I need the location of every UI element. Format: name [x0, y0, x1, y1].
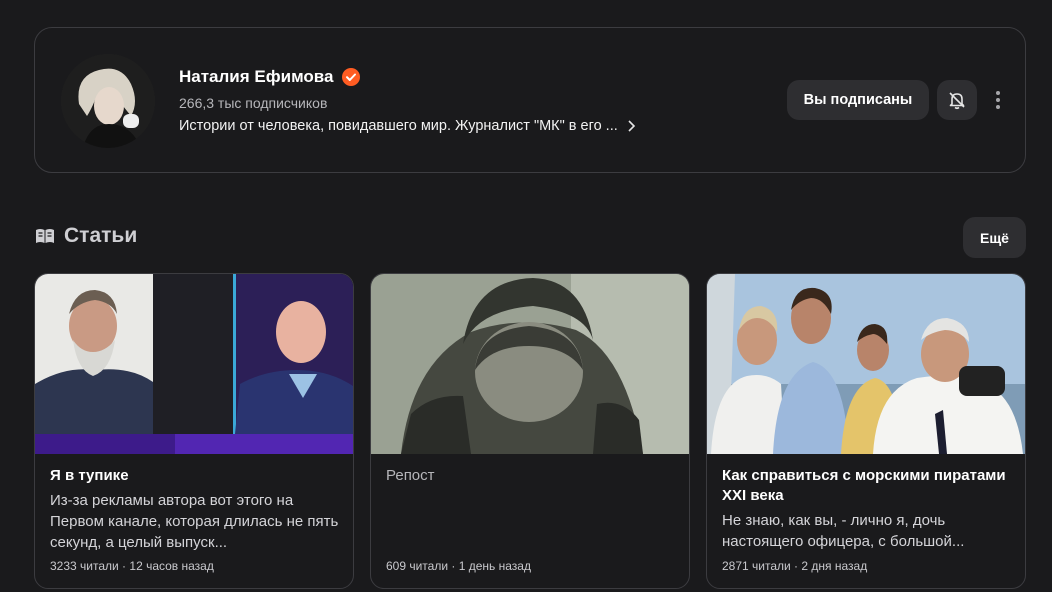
article-title: Репост: [386, 467, 435, 484]
channel-name[interactable]: Наталия Ефимова: [179, 67, 334, 87]
article-thumbnail: [371, 274, 689, 454]
verified-icon: [341, 68, 360, 86]
article-card[interactable]: Как справиться с морскими пиратами XXI в…: [706, 273, 1026, 589]
channel-description: Истории от человека, повидавшего мир. Жу…: [179, 118, 618, 134]
article-thumbnail: [707, 274, 1025, 454]
articles-section-header: Статьи: [34, 224, 137, 248]
more-vertical-icon: [996, 91, 1000, 109]
chevron-right-icon: [628, 120, 635, 132]
subscribed-button[interactable]: Вы подписаны: [787, 80, 929, 120]
avatar[interactable]: [61, 54, 155, 148]
articles-icon: [36, 229, 54, 243]
article-meta: 3233 читали · 12 часов назад: [50, 559, 214, 573]
channel-card: Наталия Ефимова 266,3 тыс подписчиков Ис…: [34, 27, 1026, 173]
more-options-button[interactable]: [987, 84, 1009, 116]
more-articles-button[interactable]: Ещё: [963, 217, 1026, 258]
subscriber-count: 266,3 тыс подписчиков: [179, 95, 328, 111]
article-card[interactable]: Я в тупике Из-за рекламы автора вот этог…: [34, 273, 354, 589]
article-snippet: Из-за рекламы автора вот этого на Первом…: [50, 492, 339, 551]
article-thumbnail: [35, 274, 353, 454]
article-snippet: Не знаю, как вы, - лично я, дочь настоящ…: [722, 512, 965, 550]
notifications-button[interactable]: [937, 80, 977, 120]
article-card[interactable]: Репост 609 читали · 1 день назад: [370, 273, 690, 589]
article-meta: 609 читали · 1 день назад: [386, 559, 531, 573]
section-title: Статьи: [64, 224, 138, 247]
channel-description-link[interactable]: Истории от человека, повидавшего мир. Жу…: [179, 118, 638, 134]
article-meta: 2871 читали · 2 дня назад: [722, 559, 868, 573]
bell-off-icon: [949, 92, 965, 110]
article-title: Как справиться с морскими пиратами XXI в…: [722, 467, 1006, 504]
article-title: Я в тупике: [50, 467, 129, 484]
